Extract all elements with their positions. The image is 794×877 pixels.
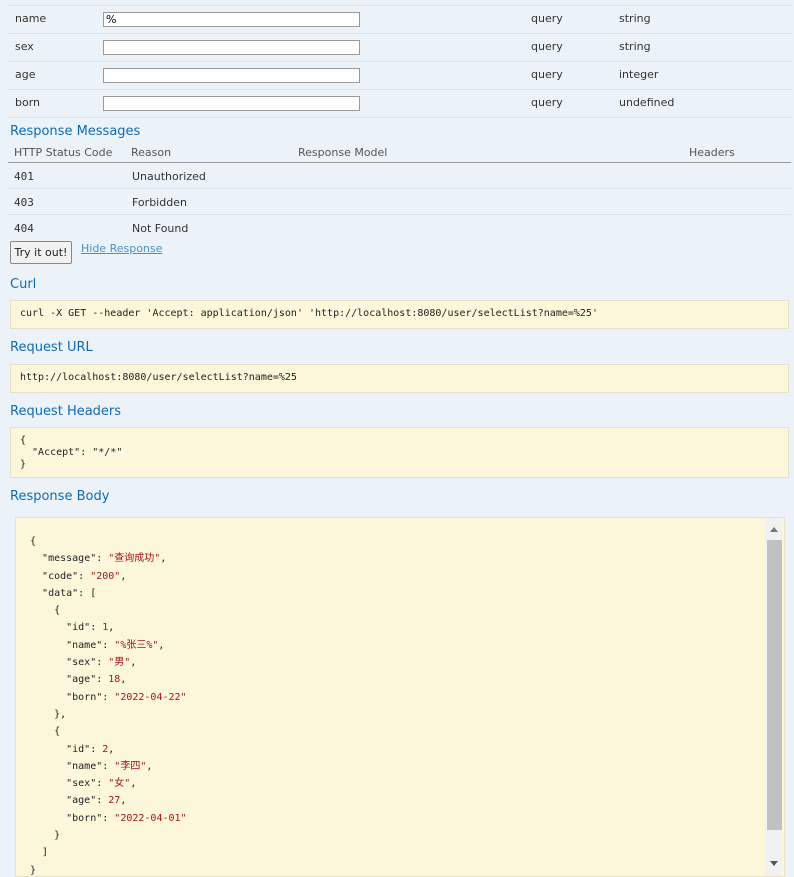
param-row-age: age query integer xyxy=(8,62,792,90)
status-reason: Not Found xyxy=(132,222,189,235)
param-data-type: string xyxy=(619,40,651,53)
status-reason: Unauthorized xyxy=(132,170,206,183)
json-line: "age": 18, xyxy=(66,674,127,686)
param-type: query xyxy=(531,40,563,53)
json-line: "data": [ xyxy=(42,587,97,599)
response-body-box[interactable]: { "message": "查询成功", "code": "200", "dat… xyxy=(15,517,785,877)
json-line: ] xyxy=(30,847,49,859)
json-line: "age": 27, xyxy=(66,795,127,807)
json-line: "name": "%张三%", xyxy=(66,639,165,651)
json-line: } xyxy=(30,864,37,876)
json-line: "code": "200", xyxy=(42,570,127,582)
json-line: "id": 2, xyxy=(66,743,115,755)
status-code: 401 xyxy=(14,170,34,183)
scroll-down-arrow-icon[interactable] xyxy=(770,861,778,866)
column-header: Reason xyxy=(131,146,172,159)
scroll-up-arrow-icon[interactable] xyxy=(770,527,778,532)
param-born-input[interactable] xyxy=(103,96,360,111)
table-header: HTTP Status Code Reason Response Model H… xyxy=(8,144,791,163)
param-age-input[interactable] xyxy=(103,68,360,83)
column-header: Response Model xyxy=(298,146,388,159)
json-line: "born": "2022-04-22" xyxy=(66,691,187,703)
param-type: query xyxy=(531,96,563,109)
response-messages-title: Response Messages xyxy=(10,124,141,139)
param-name-input[interactable] xyxy=(103,12,360,27)
json-line: "name": "李四", xyxy=(66,760,153,772)
json-line: } xyxy=(30,830,61,842)
table-row: 403 Forbidden xyxy=(8,189,791,215)
param-name: born xyxy=(15,96,41,109)
try-it-out-button[interactable]: Try it out! xyxy=(10,241,72,264)
param-data-type: undefined xyxy=(619,96,675,109)
curl-command: curl -X GET --header 'Accept: applicatio… xyxy=(20,308,598,319)
param-row-name: name query string xyxy=(8,6,792,34)
request-headers-title: Request Headers xyxy=(10,404,122,419)
response-messages-table: HTTP Status Code Reason Response Model H… xyxy=(8,144,791,240)
param-type: query xyxy=(531,12,563,25)
request-url: http://localhost:8080/user/selectList?na… xyxy=(20,372,297,383)
param-row-sex: sex query string xyxy=(8,34,792,62)
request-url-title: Request URL xyxy=(10,340,93,355)
scrollbar-thumb[interactable] xyxy=(767,540,782,830)
param-data-type: integer xyxy=(619,68,659,81)
status-code: 403 xyxy=(14,196,34,209)
request-url-box: http://localhost:8080/user/selectList?na… xyxy=(10,364,789,393)
status-reason: Forbidden xyxy=(132,196,187,209)
response-body-json: { "message": "查询成功", "code": "200", "dat… xyxy=(30,533,187,876)
json-line: { xyxy=(30,726,61,738)
param-data-type: string xyxy=(619,12,651,25)
param-name: name xyxy=(15,12,47,25)
curl-box: curl -X GET --header 'Accept: applicatio… xyxy=(10,300,789,329)
json-line: { xyxy=(30,605,61,617)
hide-response-link[interactable]: Hide Response xyxy=(81,242,162,255)
json-line: { xyxy=(30,536,37,547)
request-headers: { "Accept": "*/*" } xyxy=(20,435,123,470)
param-sex-input[interactable] xyxy=(103,40,360,55)
vertical-scrollbar[interactable] xyxy=(765,518,782,876)
column-header: Headers xyxy=(689,146,735,159)
param-row-born: born query undefined xyxy=(8,90,792,118)
table-row: 404 Not Found xyxy=(8,215,791,240)
param-type: query xyxy=(531,68,563,81)
json-line: "message": "查询成功", xyxy=(42,553,167,565)
response-body-title: Response Body xyxy=(10,489,110,504)
json-line: }, xyxy=(30,708,67,720)
json-line: "born": "2022-04-01" xyxy=(66,812,187,824)
json-line: "sex": "女", xyxy=(66,778,137,790)
param-name: sex xyxy=(15,40,34,53)
param-name: age xyxy=(15,68,36,81)
json-line: "id": 1, xyxy=(66,622,115,634)
parameters-table: name query string sex query string age q… xyxy=(8,5,792,118)
request-headers-box: { "Accept": "*/*" } xyxy=(10,427,789,478)
json-line: "sex": "男", xyxy=(66,657,137,669)
table-row: 401 Unauthorized xyxy=(8,163,791,189)
column-header: HTTP Status Code xyxy=(14,146,113,159)
status-code: 404 xyxy=(14,222,34,235)
curl-title: Curl xyxy=(10,277,37,292)
